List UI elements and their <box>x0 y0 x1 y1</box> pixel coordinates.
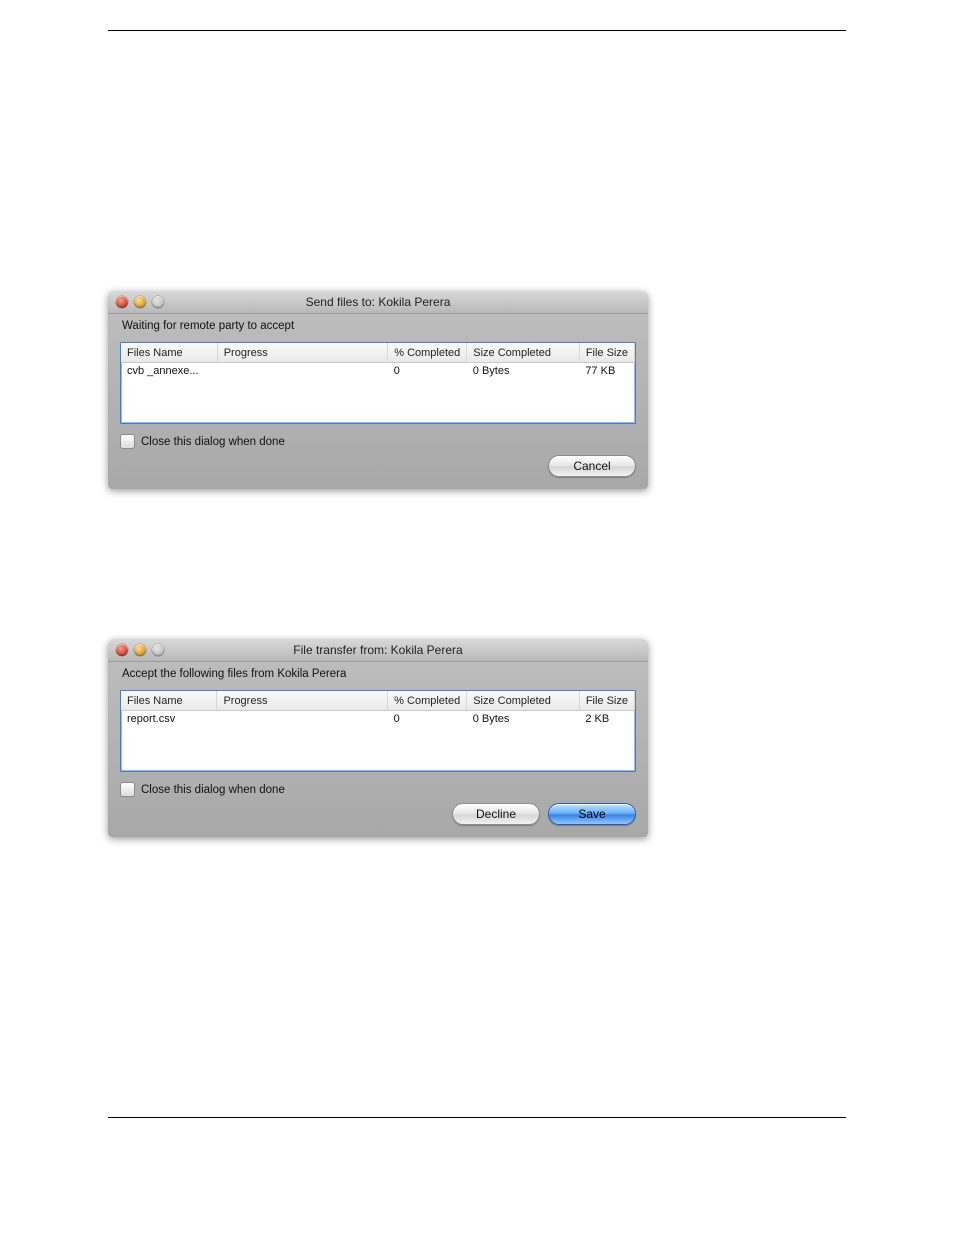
cell-progress <box>217 711 388 728</box>
table-row[interactable]: report.csv 0 0 Bytes 2 KB <box>121 711 635 728</box>
col-size-completed[interactable]: Size Completed <box>467 691 580 711</box>
file-table: Files Name Progress % Completed Size Com… <box>120 342 636 424</box>
col-progress[interactable]: Progress <box>217 343 388 363</box>
col-file-size[interactable]: File Size <box>579 343 634 363</box>
col-pct-completed[interactable]: % Completed <box>388 691 467 711</box>
cell-pct-completed: 0 <box>388 711 467 728</box>
send-files-dialog: Send files to: Kokila Perera Waiting for… <box>108 291 648 489</box>
save-button[interactable]: Save <box>548 803 636 825</box>
window-title: File transfer from: Kokila Perera <box>108 643 648 657</box>
cell-file-size: 77 KB <box>579 363 634 380</box>
cell-file-size: 2 KB <box>579 711 634 728</box>
table-header-row: Files Name Progress % Completed Size Com… <box>121 691 635 711</box>
table-header-row: Files Name Progress % Completed Size Com… <box>121 343 635 363</box>
zoom-icon[interactable] <box>152 644 164 656</box>
cell-size-completed: 0 Bytes <box>467 363 580 380</box>
close-icon[interactable] <box>116 296 128 308</box>
titlebar[interactable]: Send files to: Kokila Perera <box>108 291 648 314</box>
cell-progress <box>217 363 388 380</box>
close-when-done-label: Close this dialog when done <box>141 436 285 448</box>
close-when-done-label: Close this dialog when done <box>141 784 285 796</box>
cancel-button[interactable]: Cancel <box>548 455 636 477</box>
file-table: Files Name Progress % Completed Size Com… <box>120 690 636 772</box>
cell-filename: cvb _annexe... <box>121 363 217 380</box>
status-text: Accept the following files from Kokila P… <box>122 668 636 680</box>
col-size-completed[interactable]: Size Completed <box>467 343 580 363</box>
col-filename[interactable]: Files Name <box>121 691 217 711</box>
status-text: Waiting for remote party to accept <box>122 320 636 332</box>
cell-filename: report.csv <box>121 711 217 728</box>
decline-button[interactable]: Decline <box>452 803 540 825</box>
col-filename[interactable]: Files Name <box>121 343 217 363</box>
table-row[interactable]: cvb _annexe... 0 0 Bytes 77 KB <box>121 363 635 380</box>
col-pct-completed[interactable]: % Completed <box>388 343 467 363</box>
minimize-icon[interactable] <box>134 296 146 308</box>
titlebar[interactable]: File transfer from: Kokila Perera <box>108 639 648 662</box>
cell-pct-completed: 0 <box>388 363 467 380</box>
cell-size-completed: 0 Bytes <box>467 711 580 728</box>
col-file-size[interactable]: File Size <box>579 691 634 711</box>
window-controls <box>108 644 164 656</box>
bottom-rule <box>108 1117 846 1118</box>
window-title: Send files to: Kokila Perera <box>108 295 648 309</box>
close-when-done-checkbox[interactable] <box>120 782 135 797</box>
close-icon[interactable] <box>116 644 128 656</box>
window-controls <box>108 296 164 308</box>
zoom-icon[interactable] <box>152 296 164 308</box>
minimize-icon[interactable] <box>134 644 146 656</box>
close-when-done-checkbox[interactable] <box>120 434 135 449</box>
receive-files-dialog: File transfer from: Kokila Perera Accept… <box>108 639 648 837</box>
col-progress[interactable]: Progress <box>217 691 388 711</box>
